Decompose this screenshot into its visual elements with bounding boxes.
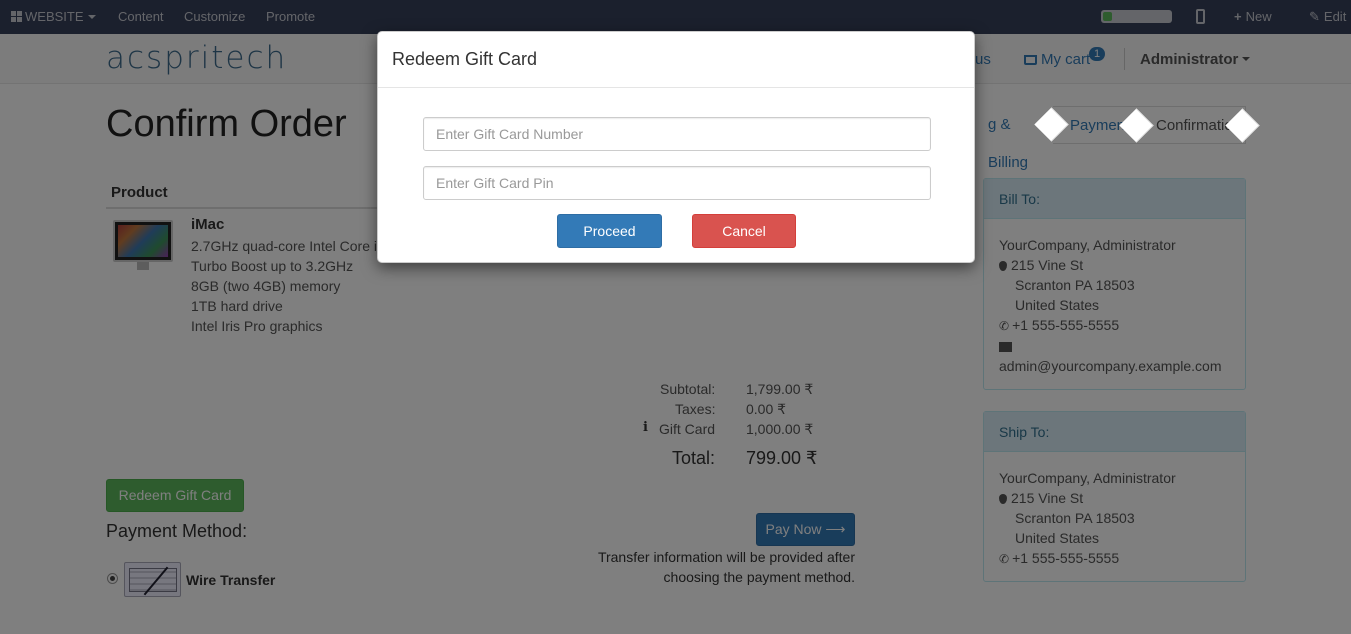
modal-title: Redeem Gift Card bbox=[392, 49, 538, 69]
redeem-gift-card-modal: Redeem Gift Card Proceed Cancel bbox=[377, 31, 975, 263]
modal-header: Redeem Gift Card bbox=[378, 32, 974, 88]
cancel-button[interactable]: Cancel bbox=[692, 214, 796, 248]
proceed-button[interactable]: Proceed bbox=[557, 214, 662, 248]
gift-card-number-input[interactable] bbox=[423, 117, 931, 151]
gift-card-pin-input[interactable] bbox=[423, 166, 931, 200]
